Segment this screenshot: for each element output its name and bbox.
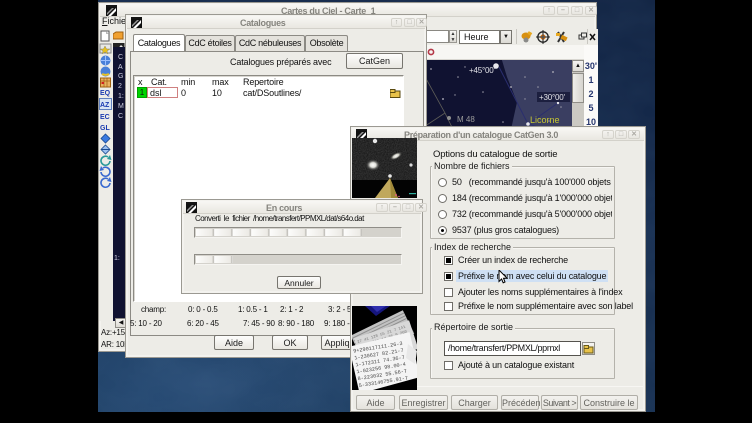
svg-text:1:: 1: xyxy=(118,93,124,100)
svg-text:C: C xyxy=(118,113,123,120)
svg-text:Licorne: Licorne xyxy=(530,115,560,125)
svg-text:1:: 1: xyxy=(114,255,120,262)
svg-text:EC: EC xyxy=(100,114,110,121)
svg-text:+30°00': +30°00' xyxy=(539,93,565,102)
svg-text:G: G xyxy=(118,73,123,80)
svg-text:+45°00': +45°00' xyxy=(469,66,495,75)
svg-text:C: C xyxy=(118,54,123,61)
svg-text:M: M xyxy=(118,103,124,110)
svg-text:M 48: M 48 xyxy=(457,115,475,124)
svg-text:2: 2 xyxy=(118,83,122,90)
svg-text:GL: GL xyxy=(100,125,110,132)
svg-text:AZ: AZ xyxy=(100,102,110,109)
svg-text:EQ: EQ xyxy=(100,90,111,97)
svg-text:A: A xyxy=(118,64,123,71)
